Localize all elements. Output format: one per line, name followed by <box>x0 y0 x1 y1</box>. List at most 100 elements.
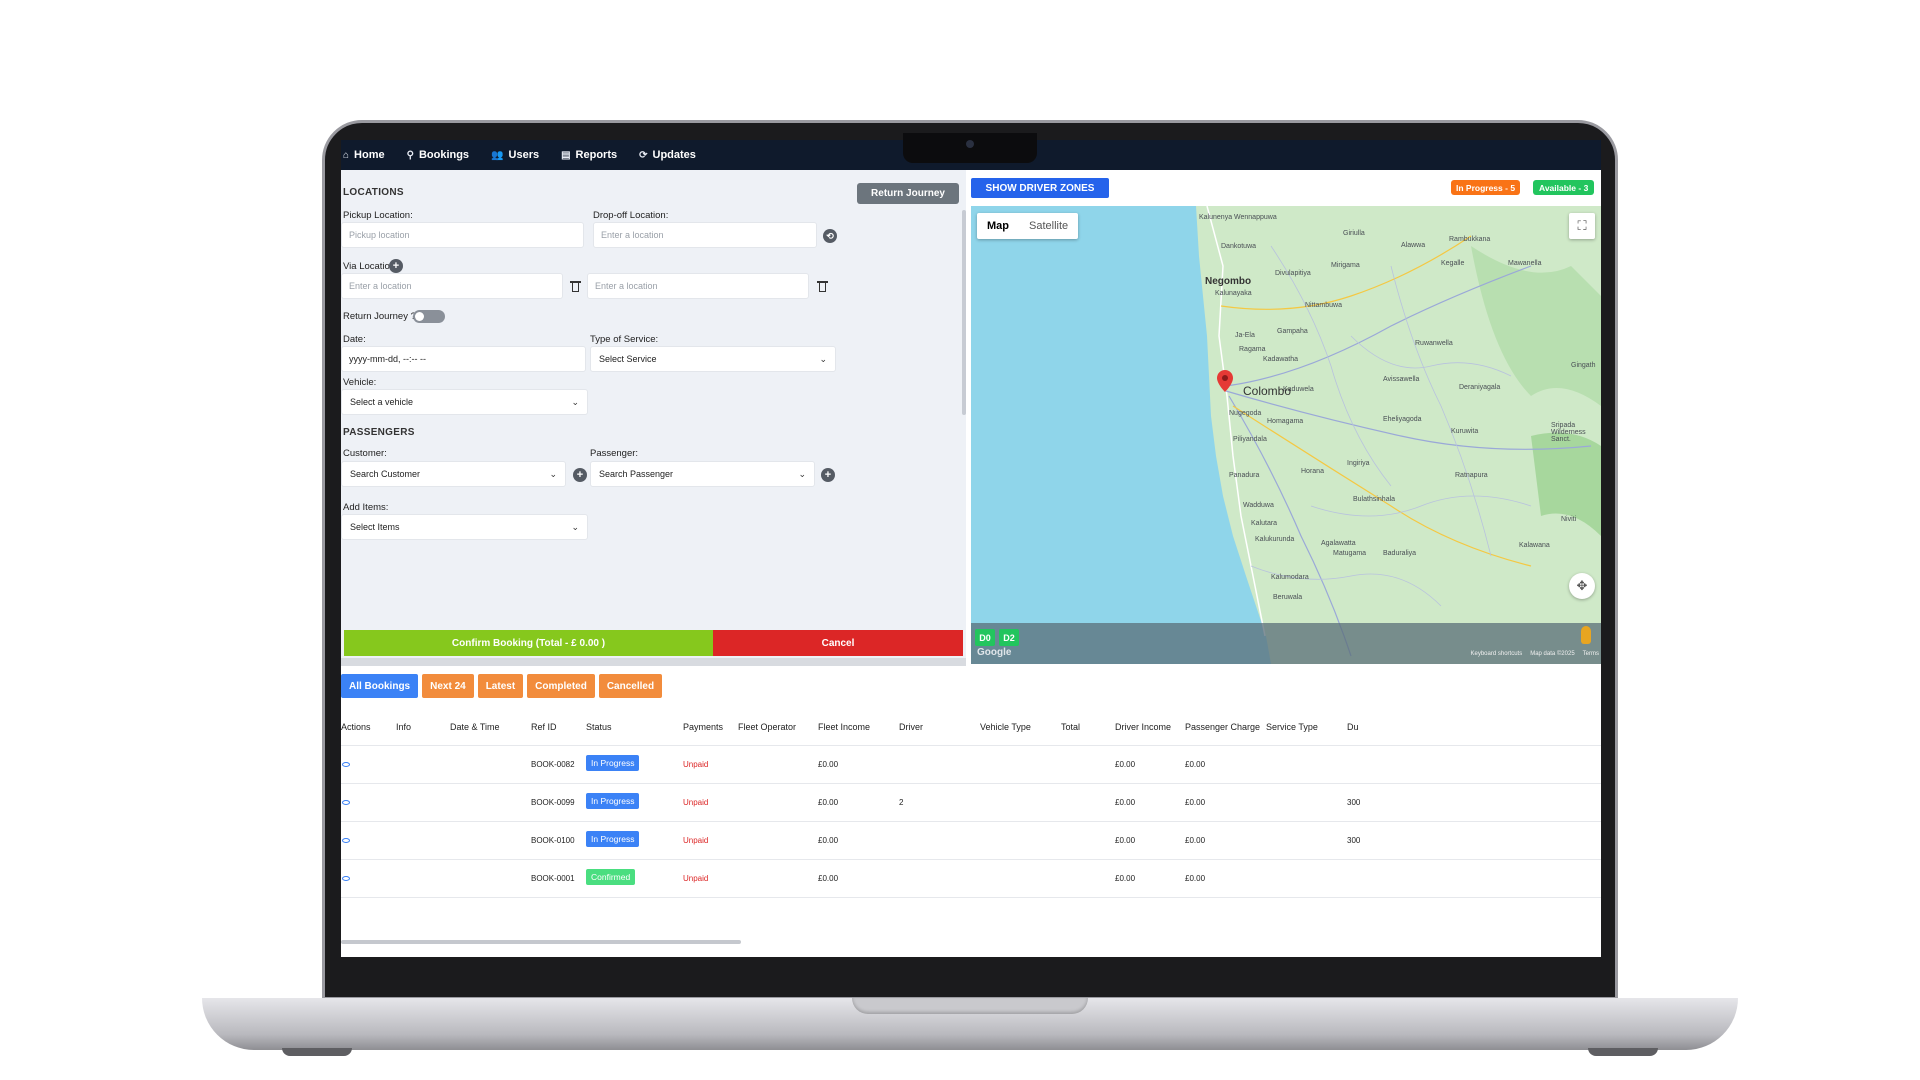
laptop-foot-right <box>1588 1048 1658 1056</box>
return-toggle-label: Return Journey ? <box>343 311 416 322</box>
map-view[interactable]: Kalunenya Wennappuwa Dankotuwa Giriulla … <box>971 206 1601 664</box>
nav-users[interactable]: 👥 Users <box>491 149 539 161</box>
map-label-ruwanwella: Ruwanwella <box>1415 340 1453 347</box>
screen-notch <box>903 133 1037 163</box>
map-label-kalutara: Kalutara <box>1251 520 1278 527</box>
terms-link[interactable]: Terms <box>1583 651 1599 657</box>
booking-form: LOCATIONS Return Journey Pickup Location… <box>341 170 966 658</box>
ref-id: BOOK-0001 <box>531 874 575 883</box>
add-passenger-icon[interactable]: + <box>821 468 835 482</box>
map-tab-satellite[interactable]: Satellite <box>1019 213 1078 239</box>
map-label-kalawana: Kalawana <box>1519 542 1550 549</box>
keyboard-shortcuts-link[interactable]: Keyboard shortcuts <box>1471 651 1523 657</box>
col-fleet-income: Fleet Income <box>818 722 871 732</box>
map-label-kegalle: Kegalle <box>1441 260 1465 267</box>
payment-status: Unpaid <box>683 874 709 883</box>
passenger-charge: £0.00 <box>1185 760 1206 769</box>
driver-chip-d2[interactable]: D2 <box>999 629 1019 646</box>
add-customer-icon[interactable]: + <box>573 468 587 482</box>
street-view-pegman-icon[interactable] <box>1581 626 1591 644</box>
map-label-deraniyagala: Deraniyagala <box>1459 384 1501 391</box>
driver-income: £0.00 <box>1115 760 1136 769</box>
service-select[interactable]: Select Service ⌄ <box>590 346 836 372</box>
fleet-income: £0.00 <box>818 836 839 845</box>
via-input-2[interactable]: Enter a location <box>587 273 809 299</box>
customer-select[interactable]: Search Customer ⌄ <box>341 461 566 487</box>
table-row[interactable]: BOOK-0099 In Progress Unpaid £0.00 2 £0.… <box>341 784 1601 822</box>
vehicle-select[interactable]: Select a vehicle ⌄ <box>341 389 588 415</box>
reports-icon: ▤ <box>561 149 571 161</box>
nav-bookings-label: Bookings <box>418 149 470 161</box>
map-label-rambukkana: Rambukkana <box>1449 236 1491 243</box>
tab-all-bookings[interactable]: All Bookings <box>341 674 419 698</box>
fullscreen-icon[interactable]: ⛶ <box>1569 213 1595 239</box>
view-eye-icon[interactable] <box>342 876 350 881</box>
laptop-foot-left <box>282 1048 352 1056</box>
camera-control-icon[interactable]: ✥ <box>1569 573 1595 599</box>
dropoff-input[interactable]: Enter a location <box>593 222 817 248</box>
nav-updates[interactable]: ⟳ Updates <box>639 149 696 161</box>
map-label-dankotuwa: Dankotuwa <box>1221 243 1257 250</box>
nav-bookings[interactable]: ⚲ Bookings <box>407 149 469 161</box>
tab-cancelled[interactable]: Cancelled <box>598 674 663 698</box>
show-driver-zones-button[interactable]: SHOW DRIVER ZONES <box>971 178 1109 198</box>
col-ref-id: Ref ID <box>531 722 557 732</box>
service-label: Type of Service: <box>590 334 659 345</box>
view-eye-icon[interactable] <box>342 762 350 767</box>
tab-next-24[interactable]: Next 24 <box>422 674 474 698</box>
col-payments: Payments <box>683 722 724 732</box>
pin-icon: ⚲ <box>406 149 414 161</box>
table-header: Actions Info Date & Time Ref ID Status P… <box>341 708 1601 746</box>
nav-home[interactable]: ⌂ Home <box>343 149 385 161</box>
delete-via-2-icon[interactable] <box>817 280 828 292</box>
swap-locations-icon[interactable]: ⟲ <box>823 229 837 243</box>
cancel-button[interactable]: Cancel <box>713 630 963 656</box>
customer-select-value: Search Customer <box>350 469 421 479</box>
map-label-ja-ela: Ja-Ela <box>1235 332 1255 339</box>
location-pin-icon[interactable] <box>1217 370 1233 392</box>
passenger-select[interactable]: Search Passenger ⌄ <box>590 461 815 487</box>
driver-income: £0.00 <box>1115 836 1136 845</box>
map-label-gampaha: Gampaha <box>1277 328 1308 335</box>
tab-completed[interactable]: Completed <box>527 674 595 698</box>
booking-tabs: All Bookings Next 24 Latest Completed Ca… <box>341 674 663 698</box>
map-label-gingath: Gingath <box>1571 362 1596 369</box>
table-horizontal-scrollbar[interactable] <box>341 940 741 944</box>
payment-status: Unpaid <box>683 760 709 769</box>
status-badge: In Progress <box>586 793 640 809</box>
form-scrollbar[interactable] <box>962 210 966 415</box>
col-service-type: Service Type <box>1266 722 1318 732</box>
nav-updates-label: Updates <box>652 149 696 161</box>
map-tab-map[interactable]: Map <box>977 213 1019 239</box>
add-via-icon[interactable]: + <box>389 259 403 273</box>
map-label-ratnapura: Ratnapura <box>1455 472 1488 479</box>
table-row[interactable]: BOOK-0082 In Progress Unpaid £0.00 £0.00… <box>341 746 1601 784</box>
chevron-down-icon: ⌄ <box>798 468 806 479</box>
google-logo: Google <box>977 647 1012 658</box>
nav-home-label: Home <box>354 149 385 161</box>
confirm-booking-button[interactable]: Confirm Booking (Total - £ 0.00 ) <box>344 630 713 656</box>
items-label: Add Items: <box>343 502 389 513</box>
screen: ⌂ Home ⚲ Bookings 👥 Users ▤ Reports ⟳ Up… <box>341 140 1601 957</box>
return-journey-toggle[interactable] <box>413 310 445 323</box>
items-select[interactable]: Select Items ⌄ <box>341 514 588 540</box>
delete-via-1-icon[interactable] <box>570 280 581 292</box>
nav-reports[interactable]: ▤ Reports <box>561 149 617 161</box>
map-label-alawwa: Alawwa <box>1401 242 1426 249</box>
tab-latest[interactable]: Latest <box>477 674 524 698</box>
map-label-wadduwa: Wadduwa <box>1243 502 1274 509</box>
via-input-1[interactable]: Enter a location <box>341 273 563 299</box>
map-footer: Keyboard shortcuts Map data ©2025 Terms <box>1471 651 1600 657</box>
map-label-bulathsinhala: Bulathsinhala <box>1353 496 1396 503</box>
return-journey-button[interactable]: Return Journey <box>857 183 959 204</box>
date-input[interactable]: yyyy-mm-dd, --:-- -- <box>341 346 586 372</box>
table-row[interactable]: BOOK-0001 Confirmed Unpaid £0.00 £0.00 £… <box>341 860 1601 898</box>
driver-chip-d0[interactable]: D0 <box>975 629 995 646</box>
pickup-input[interactable]: Pickup location <box>341 222 584 248</box>
map-label-eheliyagoda: Eheliyagoda <box>1383 416 1422 423</box>
status-badge: In Progress <box>586 831 640 847</box>
view-eye-icon[interactable] <box>342 800 350 805</box>
view-eye-icon[interactable] <box>342 838 350 843</box>
table-row[interactable]: BOOK-0100 In Progress Unpaid £0.00 £0.00… <box>341 822 1601 860</box>
nav-users-label: Users <box>508 149 540 161</box>
